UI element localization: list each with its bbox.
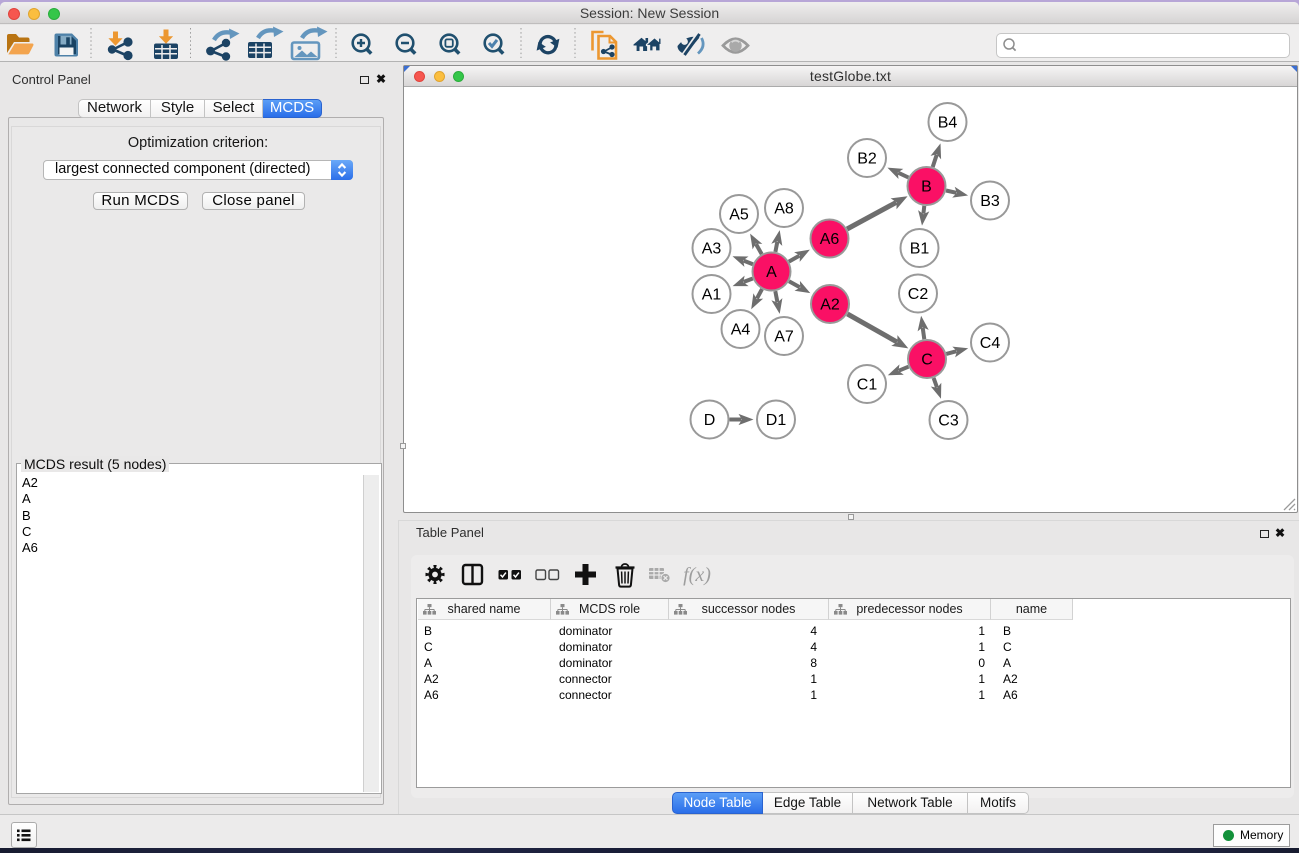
svg-text:C4: C4 (980, 335, 1001, 352)
svg-text:B2: B2 (857, 151, 877, 168)
svg-text:A5: A5 (729, 207, 749, 224)
svg-text:A1: A1 (702, 287, 722, 304)
svg-text:A4: A4 (731, 322, 751, 339)
svg-text:C: C (921, 352, 933, 369)
svg-text:C1: C1 (857, 377, 878, 394)
svg-text:f(x): f(x) (683, 564, 711, 586)
svg-text:B: B (921, 179, 932, 196)
svg-text:A8: A8 (774, 201, 794, 218)
svg-text:A: A (766, 264, 777, 281)
svg-text:C2: C2 (908, 286, 929, 303)
svg-text:B3: B3 (980, 193, 1000, 210)
svg-text:D: D (704, 412, 716, 429)
svg-text:D1: D1 (766, 412, 787, 429)
svg-text:C3: C3 (938, 413, 959, 430)
svg-text:A3: A3 (702, 241, 722, 258)
svg-text:B1: B1 (910, 241, 930, 258)
svg-text:A7: A7 (774, 329, 794, 346)
svg-text:A2: A2 (820, 297, 840, 314)
svg-text:B4: B4 (938, 115, 958, 132)
svg-text:A6: A6 (820, 231, 840, 248)
